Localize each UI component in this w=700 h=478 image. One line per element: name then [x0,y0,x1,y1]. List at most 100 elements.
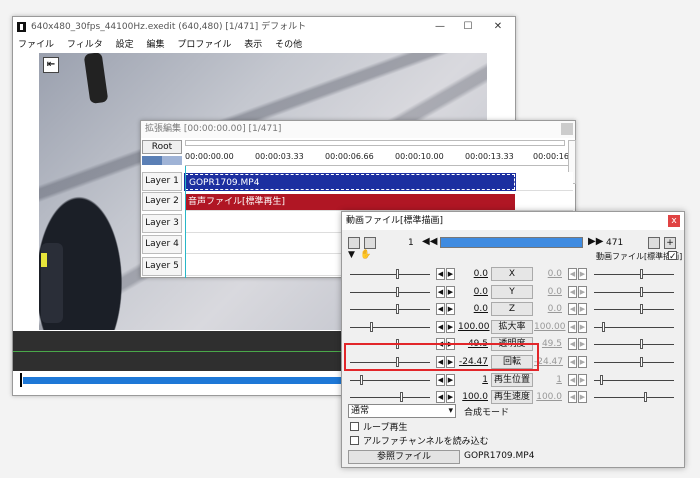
param-z-value-left[interactable]: 0.0 [458,304,488,316]
param-scale-value-left[interactable]: 100.00 [458,322,490,334]
root-zoom-bar[interactable] [142,156,182,165]
param-x-decrease-left[interactable]: ◀ [436,268,445,280]
mode-checkbox[interactable]: ✓ [668,251,677,262]
prev-frame-icon[interactable]: ◀◀ [422,236,437,247]
layer-3-label[interactable]: Layer 3 [142,214,182,233]
reference-file-button[interactable]: 参照ファイル [348,450,460,464]
layer-5-label[interactable]: Layer 5 [142,257,182,276]
param-play-position-button[interactable]: 再生位置 [491,372,533,387]
frame-slider[interactable] [440,237,583,248]
param-y-slider-right[interactable] [594,286,674,297]
param-x-value-right[interactable]: 0.0 [534,269,562,281]
alpha-checkbox[interactable] [350,436,359,445]
loop-row[interactable]: ループ再生 [350,422,407,434]
layer-4-label[interactable]: Layer 4 [142,235,182,254]
param-play-position-value-left[interactable]: 1 [458,375,488,387]
param-x-increase-right[interactable]: ▶ [578,268,587,280]
param-play-position-decrease-left[interactable]: ◀ [436,373,445,386]
next-frame-icon[interactable]: ▶▶ [588,236,603,247]
param-z-decrease-right[interactable]: ◀ [568,303,577,316]
param-y-increase-right[interactable]: ▶ [578,285,587,298]
video-clip[interactable]: GOPR1709.MP4 [184,173,516,191]
param-z-increase-left[interactable]: ▶ [446,303,455,316]
param-x-button[interactable]: X [491,267,533,281]
root-button[interactable]: Root [142,140,182,154]
param-y-value-right[interactable]: 0.0 [534,287,562,299]
param-z-slider-right[interactable] [594,304,674,315]
param-play-position-value-right[interactable]: 1 [534,375,562,387]
param-y-increase-left[interactable]: ▶ [446,285,455,298]
param-z-slider-left[interactable] [350,304,430,315]
param-rotation-slider-right[interactable] [594,357,674,367]
param-y-slider-left[interactable] [350,286,430,297]
timeline-horizontal-scrollbar[interactable] [185,140,565,146]
param-play-speed-increase-right[interactable]: ▶ [578,391,587,404]
param-x-decrease-right[interactable]: ◀ [568,268,577,280]
timeline-title[interactable]: 拡張編集 [00:00:00.00] [1/471] [141,121,575,138]
param-play-speed-value-right[interactable]: 100.0 [534,392,562,404]
menu-filter[interactable]: フィルタ [62,37,108,53]
param-scale-value-right[interactable]: 100.00 [534,322,566,334]
menu-file[interactable]: ファイル [13,37,59,53]
param-play-position-increase-right[interactable]: ▶ [578,373,587,386]
param-rotation-increase-right[interactable]: ▶ [578,356,587,368]
loop-checkbox[interactable] [350,422,359,431]
param-play-position-slider-left[interactable] [350,374,430,385]
param-scale-decrease-right[interactable]: ◀ [568,320,577,333]
param-play-speed-increase-left[interactable]: ▶ [446,391,455,404]
close-button[interactable]: ✕ [483,17,513,37]
param-scale-button[interactable]: 拡大率 [491,319,533,334]
audio-clip[interactable]: 音声ファイル[標準再生] [185,194,515,210]
collapse-icon[interactable]: ▼ [348,250,355,260]
param-scale-decrease-left[interactable]: ◀ [436,320,445,333]
param-scale-slider-left[interactable] [350,321,430,332]
param-x-value-left[interactable]: 0.0 [458,269,488,281]
param-y-decrease-right[interactable]: ◀ [568,285,577,298]
param-x-increase-left[interactable]: ▶ [446,268,455,280]
menu-edit[interactable]: 編集 [141,37,169,53]
param-play-speed-button[interactable]: 再生速度 [491,390,533,405]
properties-close-button[interactable]: x [668,215,680,227]
param-play-speed-slider-right[interactable] [594,392,674,403]
camera-icon[interactable] [348,237,360,249]
alpha-row[interactable]: アルファチャンネルを読み込む [350,436,489,448]
undo-icon[interactable] [648,237,660,249]
param-rotation-decrease-right[interactable]: ◀ [568,356,577,368]
menu-settings[interactable]: 設定 [111,37,139,53]
param-play-speed-decrease-right[interactable]: ◀ [568,391,577,404]
minimize-button[interactable]: — [425,17,455,37]
hand-icon[interactable]: ✋ [360,250,371,260]
param-play-speed-value-left[interactable]: 100.0 [458,392,488,404]
param-z-value-right[interactable]: 0.0 [534,304,562,316]
param-play-position-slider-right[interactable] [594,374,674,385]
param-play-speed-decrease-left[interactable]: ◀ [436,391,445,404]
param-scale-increase-left[interactable]: ▶ [446,320,455,333]
add-icon[interactable]: + [664,237,676,249]
menu-profile[interactable]: プロファイル [172,37,236,53]
timeline-close-button[interactable] [561,123,573,135]
param-play-position-increase-left[interactable]: ▶ [446,373,455,386]
param-opacity-decrease-right[interactable]: ◀ [568,338,577,351]
param-scale-slider-right[interactable] [594,321,674,332]
param-opacity-increase-right[interactable]: ▶ [578,338,587,351]
param-y-button[interactable]: Y [491,284,533,299]
param-x-slider-right[interactable] [594,269,674,279]
properties-title[interactable]: 動画ファイル[標準描画] [342,212,684,230]
timeline-cursor[interactable] [185,166,186,278]
param-opacity-slider-right[interactable] [594,339,674,350]
param-y-value-left[interactable]: 0.0 [458,287,488,299]
maximize-button[interactable]: ☐ [453,17,483,37]
blend-mode-select[interactable]: 通常 ▾ [348,404,456,418]
seek-cursor[interactable] [20,373,22,387]
layer-1-label[interactable]: Layer 1 [142,172,182,191]
param-y-decrease-left[interactable]: ◀ [436,285,445,298]
param-scale-increase-right[interactable]: ▶ [578,320,587,333]
param-z-button[interactable]: Z [491,302,533,317]
param-play-speed-slider-left[interactable] [350,392,430,403]
param-play-position-decrease-right[interactable]: ◀ [568,373,577,386]
menu-view[interactable]: 表示 [239,37,267,53]
menu-other[interactable]: その他 [270,37,307,53]
seek-start-icon[interactable]: ⇤ [43,57,59,73]
param-x-slider-left[interactable] [350,269,430,279]
param-z-increase-right[interactable]: ▶ [578,303,587,316]
